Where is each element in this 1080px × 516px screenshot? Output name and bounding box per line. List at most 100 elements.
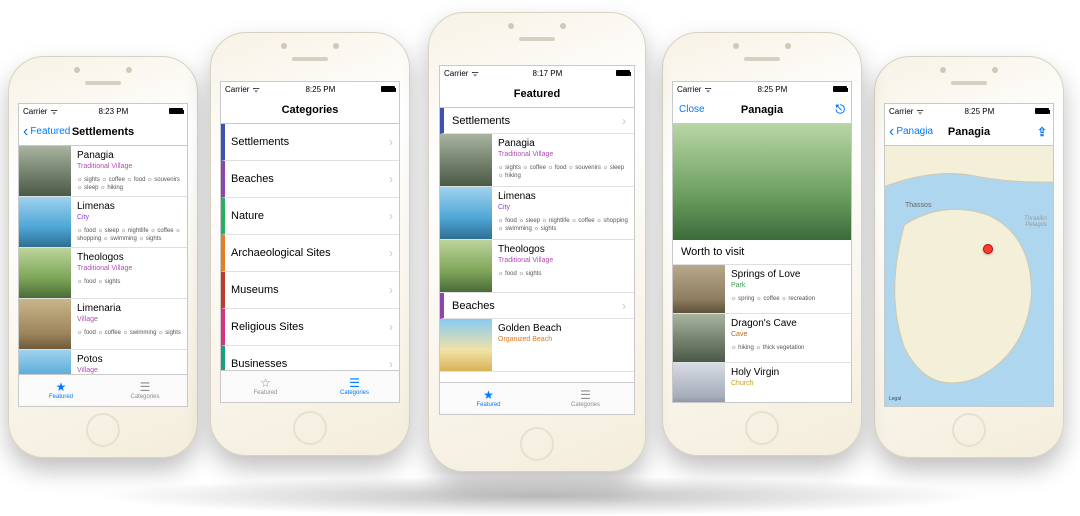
row-title: Limenaria xyxy=(77,303,181,315)
status-time: 8:25 PM xyxy=(305,85,335,94)
home-button[interactable] xyxy=(86,413,120,447)
row-thumbnail xyxy=(19,299,71,349)
category-label: Settlements xyxy=(231,128,289,156)
status-time: 8:25 PM xyxy=(964,107,994,116)
nav-bar: Close Panagia ⎋ xyxy=(673,96,851,124)
row-title: Golden Beach xyxy=(498,323,628,335)
list-row[interactable]: Dragon's Cave Cave ☼ hiking ☼ thick vege… xyxy=(673,314,851,363)
row-thumbnail xyxy=(440,134,492,186)
list-icon: ☰ xyxy=(140,381,151,393)
row-title: Theologos xyxy=(498,244,628,256)
list-row[interactable]: Springs of Love Park ☼ spring ☼ coffee ☼… xyxy=(673,265,851,314)
section-header-settlements[interactable]: Settlements › xyxy=(440,108,634,134)
list-icon: ☰ xyxy=(349,377,360,389)
nav-title: Categories xyxy=(282,104,339,116)
category-label: Religious Sites xyxy=(231,313,304,341)
share-icon[interactable]: ⇪ xyxy=(1037,125,1047,139)
status-bar: Carrierᯤ 8:25 PM xyxy=(673,82,851,96)
hero-image xyxy=(673,124,851,240)
row-title: Potos xyxy=(77,354,181,366)
category-label: Businesses xyxy=(231,350,287,370)
tab-bar: ★Featured ☰Categories xyxy=(19,374,187,406)
list-row[interactable]: Theologos Traditional Village ☼ food ☼ s… xyxy=(440,240,634,293)
row-title: Dragon's Cave xyxy=(731,318,845,330)
category-label: Nature xyxy=(231,202,264,230)
category-row-religious[interactable]: Religious Sites › xyxy=(221,309,399,346)
tab-featured[interactable]: ☆Featured xyxy=(221,371,310,402)
nav-title: Settlements xyxy=(72,126,134,138)
row-subtitle: Traditional Village xyxy=(498,151,628,158)
list-row[interactable]: Limenas City ☼ food ☼ sleep ☼ nightlife … xyxy=(19,197,187,248)
list-row[interactable]: Potos Village xyxy=(19,350,187,374)
list-row[interactable]: Golden Beach Organized Beach xyxy=(440,319,634,372)
row-subtitle: Organized Beach xyxy=(498,336,628,343)
category-row-businesses[interactable]: Businesses › xyxy=(221,346,399,370)
map-pin[interactable] xyxy=(983,244,993,254)
tab-categories[interactable]: ☰Categories xyxy=(310,371,399,402)
row-subtitle: Traditional Village xyxy=(498,257,628,264)
list-row[interactable]: Holy Virgin Church xyxy=(673,363,851,402)
row-tags: ☼ sights ☼ coffee ☼ food ☼ souvenirs ☼ s… xyxy=(498,164,628,180)
star-icon: ★ xyxy=(56,381,67,393)
status-time: 8:25 PM xyxy=(757,85,787,94)
home-button[interactable] xyxy=(293,411,327,445)
row-thumbnail xyxy=(440,240,492,292)
nav-title: Featured xyxy=(514,88,560,100)
row-tags: ☼ food ☼ sights xyxy=(77,278,181,286)
list-row[interactable]: Theologos Traditional Village ☼ food ☼ s… xyxy=(19,248,187,299)
status-time: 8:17 PM xyxy=(532,69,562,78)
category-row-museums[interactable]: Museums › xyxy=(221,272,399,309)
tab-bar: ☆Featured ☰Categories xyxy=(221,370,399,402)
list-row[interactable]: Limenas City ☼ food ☼ sleep ☼ nightlife … xyxy=(440,187,634,240)
chevron-right-icon: › xyxy=(389,246,393,260)
category-label: Beaches xyxy=(231,165,274,193)
row-subtitle: City xyxy=(498,204,628,211)
chevron-right-icon: › xyxy=(389,320,393,334)
section-header-label: Beaches xyxy=(452,300,495,312)
category-row-nature[interactable]: Nature › xyxy=(221,198,399,235)
home-button[interactable] xyxy=(520,427,554,461)
tab-featured[interactable]: ★Featured xyxy=(440,383,537,414)
chevron-right-icon: › xyxy=(389,283,393,297)
status-bar: Carrierᯤ 8:17 PM xyxy=(440,66,634,80)
tab-categories[interactable]: ☰Categories xyxy=(537,383,634,414)
list-row[interactable]: Limenaria Village ☼ food ☼ coffee ☼ swim… xyxy=(19,299,187,350)
row-thumbnail xyxy=(673,265,725,313)
close-button[interactable]: Close xyxy=(679,104,705,115)
section-header-beaches[interactable]: Beaches › xyxy=(440,293,634,319)
back-button[interactable]: Featured xyxy=(23,126,70,137)
tab-bar: ★Featured ☰Categories xyxy=(440,382,634,414)
chevron-right-icon: › xyxy=(389,357,393,370)
nav-bar: Featured xyxy=(440,80,634,108)
nav-title: Panagia xyxy=(741,104,783,116)
row-subtitle: Traditional Village xyxy=(77,265,181,272)
row-subtitle: Park xyxy=(731,282,845,289)
list-row[interactable]: Panagia Traditional Village ☼ sights ☼ c… xyxy=(440,134,634,187)
category-row-beaches[interactable]: Beaches › xyxy=(221,161,399,198)
row-subtitle: Village xyxy=(77,316,181,323)
home-button[interactable] xyxy=(952,413,986,447)
map-legal[interactable]: Legal xyxy=(889,396,901,402)
row-tags: ☼ food ☼ sleep ☼ nightlife ☼ coffee ☼ sh… xyxy=(498,217,628,233)
chevron-right-icon: › xyxy=(389,172,393,186)
back-button[interactable]: Panagia xyxy=(889,126,933,137)
row-thumbnail xyxy=(19,146,71,196)
row-tags: ☼ food ☼ sleep ☼ nightlife ☼ coffee ☼ sh… xyxy=(77,227,181,243)
tab-featured[interactable]: ★Featured xyxy=(19,375,103,406)
map-pin-icon[interactable]: ⎋ xyxy=(836,102,846,117)
tab-categories[interactable]: ☰Categories xyxy=(103,375,187,406)
row-title: Panagia xyxy=(77,150,181,162)
category-label: Archaeological Sites xyxy=(231,239,331,267)
nav-title: Panagia xyxy=(948,126,990,138)
row-title: Theologos xyxy=(77,252,181,264)
home-button[interactable] xyxy=(745,411,779,445)
status-bar: Carrierᯤ 8:25 PM xyxy=(885,104,1053,118)
chevron-right-icon: › xyxy=(389,135,393,149)
list-row[interactable]: Panagia Traditional Village ☼ sights ☼ c… xyxy=(19,146,187,197)
map-view[interactable]: Thassos Thrakiko Pelagos Legal xyxy=(885,146,1053,406)
chevron-right-icon: › xyxy=(622,114,626,128)
star-icon: ☆ xyxy=(260,377,271,389)
category-row-settlements[interactable]: Settlements › xyxy=(221,124,399,161)
category-row-archaeological[interactable]: Archaeological Sites › xyxy=(221,235,399,272)
row-thumbnail xyxy=(440,187,492,239)
